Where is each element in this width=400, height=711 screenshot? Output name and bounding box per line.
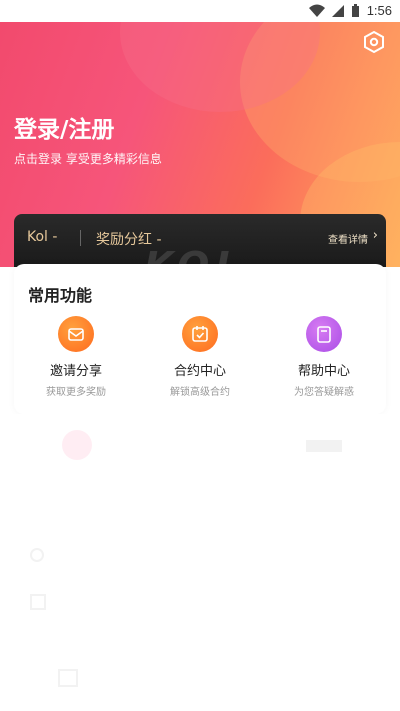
login-hint[interactable]: 点击登录 享受更多精彩信息 — [14, 150, 162, 167]
function-grid: 邀请分享 获取更多奖励 合约中心 解锁高级合约 帮助中心 为您答疑解惑 — [14, 316, 386, 398]
divider — [80, 230, 81, 246]
section-title: 常用功能 — [28, 286, 93, 305]
member-card[interactable]: KOL Kol - 奖励分红 - 查看详情 › — [14, 214, 386, 267]
login-register-title[interactable]: 登录/注册 — [14, 110, 114, 144]
ghost-icon — [62, 430, 92, 460]
chevron-right-icon[interactable]: › — [373, 228, 378, 243]
help-center-label: 帮助中心 — [297, 364, 350, 379]
view-details-link[interactable]: 查看详情 — [328, 231, 368, 246]
contract-center-desc: 解锁高级合约 — [170, 387, 230, 398]
ghost-search-icon — [30, 548, 44, 562]
invite-share-item[interactable]: 邀请分享 获取更多奖励 — [14, 316, 138, 398]
battery-icon — [352, 4, 359, 17]
bonus-label: 奖励分红 - — [96, 232, 162, 248]
share-envelope-icon — [58, 316, 94, 352]
settings-hexagon-icon[interactable] — [362, 30, 386, 54]
help-center-desc: 为您答疑解惑 — [294, 387, 354, 398]
common-functions-card: 常用功能 邀请分享 获取更多奖励 合约中心 解锁高级合约 帮助中心 为您答疑解惑 — [14, 264, 386, 414]
contract-center-item[interactable]: 合约中心 解锁高级合约 — [138, 316, 262, 398]
invite-share-label: 邀请分享 — [49, 364, 102, 379]
invite-share-desc: 获取更多奖励 — [46, 387, 106, 398]
help-center-item[interactable]: 帮助中心 为您答疑解惑 — [262, 316, 386, 398]
profile-header: 登录/注册 点击登录 享受更多精彩信息 KOL Kol - 奖励分红 - 查看详… — [0, 22, 400, 267]
ghost-block — [306, 440, 342, 452]
ghost-tab-icon — [58, 669, 78, 687]
wifi-icon — [309, 4, 325, 17]
loading-overlay — [0, 414, 400, 711]
status-time: 1:56 — [366, 3, 392, 18]
ghost-list-icon — [30, 594, 46, 610]
status-bar: 1:56 — [0, 0, 400, 22]
kol-level-label: Kol - — [27, 229, 58, 245]
contract-center-label: 合约中心 — [173, 364, 226, 379]
contract-calendar-icon — [182, 316, 218, 352]
cell-signal-icon — [332, 5, 344, 17]
help-book-icon — [306, 316, 342, 352]
